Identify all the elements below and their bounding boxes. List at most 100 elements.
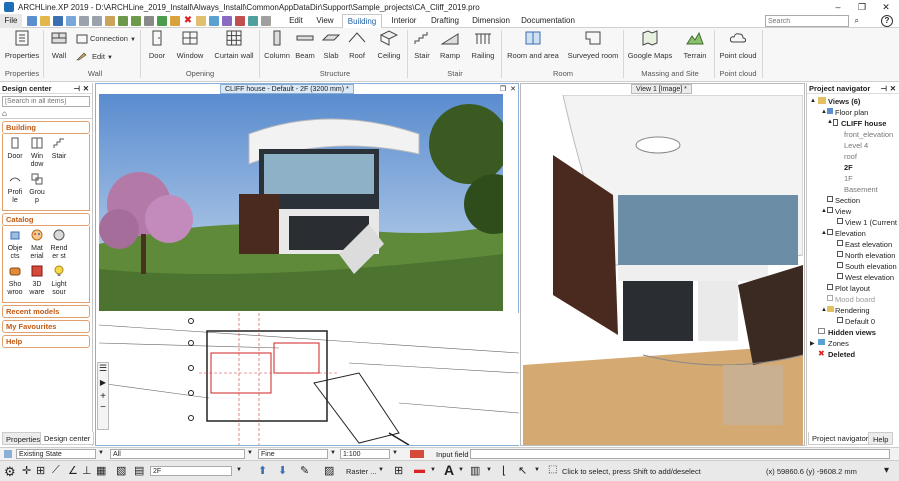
dc-item-window[interactable]: Win dow bbox=[27, 137, 47, 169]
view3d-icon[interactable] bbox=[248, 16, 258, 26]
catalog-section-header[interactable]: Catalog bbox=[2, 213, 90, 226]
chevron-down-icon[interactable]: ▼ bbox=[430, 467, 436, 473]
more-icon[interactable] bbox=[261, 16, 271, 26]
window-button[interactable]: Window bbox=[176, 30, 204, 60]
tree-item-west-elevation[interactable]: West elevation bbox=[845, 273, 894, 282]
home-icon[interactable]: ⌂ bbox=[2, 109, 7, 118]
tree-item-floor-plan[interactable]: Floor plan bbox=[835, 108, 868, 117]
chevron-down-icon[interactable]: ▼ bbox=[392, 450, 398, 456]
linetype-dropdown[interactable]: Fine bbox=[258, 449, 328, 459]
pattern-icon[interactable]: ▦ bbox=[96, 464, 106, 477]
help-header[interactable]: Help bbox=[2, 335, 90, 348]
close-panel-icon[interactable]: ✕ bbox=[83, 83, 89, 94]
input-field[interactable] bbox=[470, 449, 890, 459]
tree-item-plot-layout[interactable]: Plot layout bbox=[835, 284, 870, 293]
tree-item-elevation[interactable]: Elevation bbox=[835, 229, 866, 238]
paint-icon[interactable] bbox=[157, 16, 167, 26]
dc-item-material[interactable]: Mat erial bbox=[27, 229, 47, 261]
new-icon[interactable] bbox=[27, 16, 37, 26]
tree-item-hidden-views[interactable]: Hidden views bbox=[828, 328, 876, 337]
tree-item-level-4[interactable]: Level 4 bbox=[844, 141, 868, 150]
chevron-down-icon[interactable]: ▼ bbox=[98, 450, 104, 456]
chevron-down-icon[interactable]: ▼ bbox=[534, 467, 540, 473]
tab-view[interactable]: View bbox=[311, 14, 339, 28]
dc-item-light-sources[interactable]: Light sour bbox=[49, 265, 69, 297]
stair-button[interactable]: Stair bbox=[411, 30, 433, 60]
collapse-icon[interactable]: ▲ bbox=[810, 98, 816, 104]
chevron-down-icon[interactable]: ▼ bbox=[330, 450, 336, 456]
settings-icon[interactable] bbox=[235, 16, 245, 26]
chevron-down-icon[interactable]: ▼ bbox=[458, 467, 464, 473]
tree-item-north-elevation[interactable]: North elevation bbox=[845, 251, 895, 260]
dc-item-group[interactable]: Grou p bbox=[27, 173, 47, 205]
floor-dropdown[interactable]: 2F bbox=[150, 466, 232, 476]
undo-icon[interactable] bbox=[118, 16, 128, 26]
viewport-right-title[interactable]: View 1 [Image] * bbox=[631, 84, 692, 94]
raster-icon[interactable]: ▨ bbox=[324, 464, 334, 477]
eraser-icon[interactable]: ▬ bbox=[414, 464, 425, 476]
building-section-header[interactable]: Building bbox=[2, 121, 90, 134]
close-panel-icon[interactable]: ✕ bbox=[890, 83, 896, 94]
color-swatch-icon[interactable] bbox=[410, 450, 424, 458]
terrain-button[interactable]: Terrain bbox=[680, 30, 710, 60]
tree-item-deleted[interactable]: Deleted bbox=[828, 350, 855, 359]
tree-item-view[interactable]: View bbox=[835, 207, 851, 216]
design-center-search-input[interactable] bbox=[2, 96, 90, 107]
tree-item-section[interactable]: Section bbox=[835, 196, 860, 205]
text-style-icon[interactable]: A bbox=[444, 462, 454, 478]
grid-snap-icon[interactable]: ⊞ bbox=[36, 464, 45, 477]
tree-item-2f[interactable]: 2F bbox=[844, 163, 853, 172]
dc-item-objects[interactable]: Obje cts bbox=[5, 229, 25, 261]
close-button[interactable]: ✕ bbox=[874, 0, 898, 14]
pen-icon[interactable]: ✎ bbox=[300, 464, 309, 477]
open-icon[interactable] bbox=[40, 16, 50, 26]
door-button[interactable]: Door bbox=[146, 30, 168, 60]
room-and-area-button[interactable]: Room and area bbox=[506, 30, 560, 60]
beam-button[interactable]: Beam bbox=[294, 30, 316, 60]
floor-stack-icon[interactable]: ▤ bbox=[134, 464, 144, 477]
ramp-button[interactable]: Ramp bbox=[438, 30, 462, 60]
save-icon[interactable] bbox=[53, 16, 63, 26]
railing-button[interactable]: Railing bbox=[468, 30, 498, 60]
search-icon[interactable]: ⌕ bbox=[855, 16, 859, 26]
tree-item-view-1[interactable]: View 1 (Current pers bbox=[845, 218, 899, 227]
point-cloud-button[interactable]: Point cloud bbox=[718, 30, 758, 60]
chevron-down-icon[interactable]: ▼ bbox=[236, 467, 242, 473]
floor-up-icon[interactable]: ⬆ bbox=[258, 464, 267, 477]
raster-mode-label[interactable]: Raster ... bbox=[346, 467, 376, 476]
dc-item-stair[interactable]: Stair bbox=[49, 137, 69, 169]
tab-dimension[interactable]: Dimension bbox=[470, 14, 512, 28]
dc-item-showroom[interactable]: Sho wroo bbox=[5, 265, 25, 297]
column-button[interactable]: Column bbox=[263, 30, 291, 60]
expand-icon[interactable]: ▶ bbox=[810, 340, 815, 347]
copy-icon[interactable] bbox=[92, 16, 102, 26]
state-dropdown[interactable]: Existing State bbox=[16, 449, 96, 459]
dc-item-door[interactable]: Door bbox=[5, 137, 25, 169]
fill-icon[interactable]: ▥ bbox=[470, 464, 480, 477]
search-input[interactable] bbox=[765, 15, 849, 27]
folder-icon[interactable] bbox=[196, 16, 206, 26]
measure-icon[interactable] bbox=[144, 16, 154, 26]
close-viewport-icon[interactable]: ✕ bbox=[510, 85, 516, 93]
dc-item-render-styles[interactable]: Rend er st bbox=[49, 229, 69, 261]
line-snap-icon[interactable]: ⟋ bbox=[52, 464, 60, 477]
tree-item-rendering[interactable]: Rendering bbox=[835, 306, 870, 315]
tree-item-1f[interactable]: 1F bbox=[844, 174, 853, 183]
tree-item-roof[interactable]: roof bbox=[844, 152, 857, 161]
google-maps-button[interactable]: Google Maps bbox=[627, 30, 673, 60]
tree-item-front-elevation[interactable]: front_elevation bbox=[844, 130, 893, 139]
render-icon[interactable] bbox=[209, 16, 219, 26]
pin-icon[interactable]: ⊣ bbox=[73, 83, 80, 94]
dc-item-profile[interactable]: Profi le bbox=[5, 173, 25, 205]
selection-icon[interactable]: ⬚ bbox=[548, 464, 557, 475]
tree-item-cliff-house[interactable]: CLIFF house bbox=[841, 119, 886, 128]
snap-icon[interactable]: ✛ bbox=[22, 464, 31, 477]
curtain-wall-button[interactable]: Curtain wall bbox=[212, 30, 256, 60]
layer-dropdown[interactable]: All bbox=[110, 449, 245, 459]
help-icon[interactable]: ? bbox=[881, 15, 893, 27]
tree-item-east-elevation[interactable]: East elevation bbox=[845, 240, 892, 249]
properties-button[interactable]: Properties bbox=[4, 30, 40, 60]
grid-icon[interactable]: ⊞ bbox=[394, 464, 403, 477]
tab-edit[interactable]: Edit bbox=[284, 14, 308, 28]
paste-icon[interactable] bbox=[105, 16, 115, 26]
